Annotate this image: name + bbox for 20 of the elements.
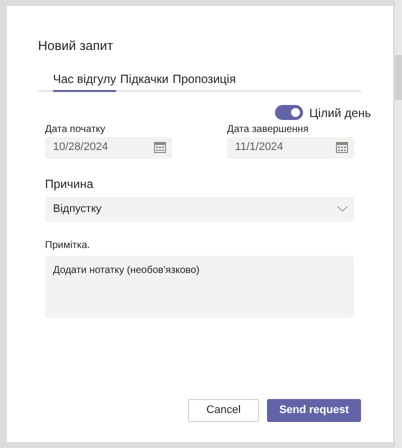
cancel-button[interactable]: Cancel — [188, 399, 260, 422]
field-label: Причина — [45, 176, 94, 193]
date-field[interactable]: 10/28/2024 — [45, 136, 172, 159]
tab[interactable]: Підкачки — [120, 70, 169, 92]
dialog-title: Новий запит — [38, 38, 114, 54]
all-day-toggle[interactable] — [275, 105, 304, 120]
field-label: Дата завершення — [227, 122, 310, 137]
toggle-label: Цілий день — [309, 104, 372, 122]
tab[interactable]: Час відгулу — [53, 70, 116, 92]
field-label: Примітка. — [45, 238, 91, 253]
chevron-down-icon — [337, 206, 348, 212]
date-field[interactable]: 11/1/2024 — [227, 136, 354, 159]
scrollbar-thumb[interactable] — [395, 55, 402, 100]
reason-dropdown[interactable]: Відпустку — [45, 196, 354, 222]
tab[interactable]: Пропозиція — [172, 70, 236, 92]
calendar-icon — [154, 142, 166, 154]
field-label: Дата початку — [45, 122, 106, 137]
note-field[interactable]: Додати нотатку (необов'язково) — [45, 256, 354, 318]
send-button[interactable]: Send request — [267, 399, 362, 422]
calendar-icon — [336, 142, 348, 154]
